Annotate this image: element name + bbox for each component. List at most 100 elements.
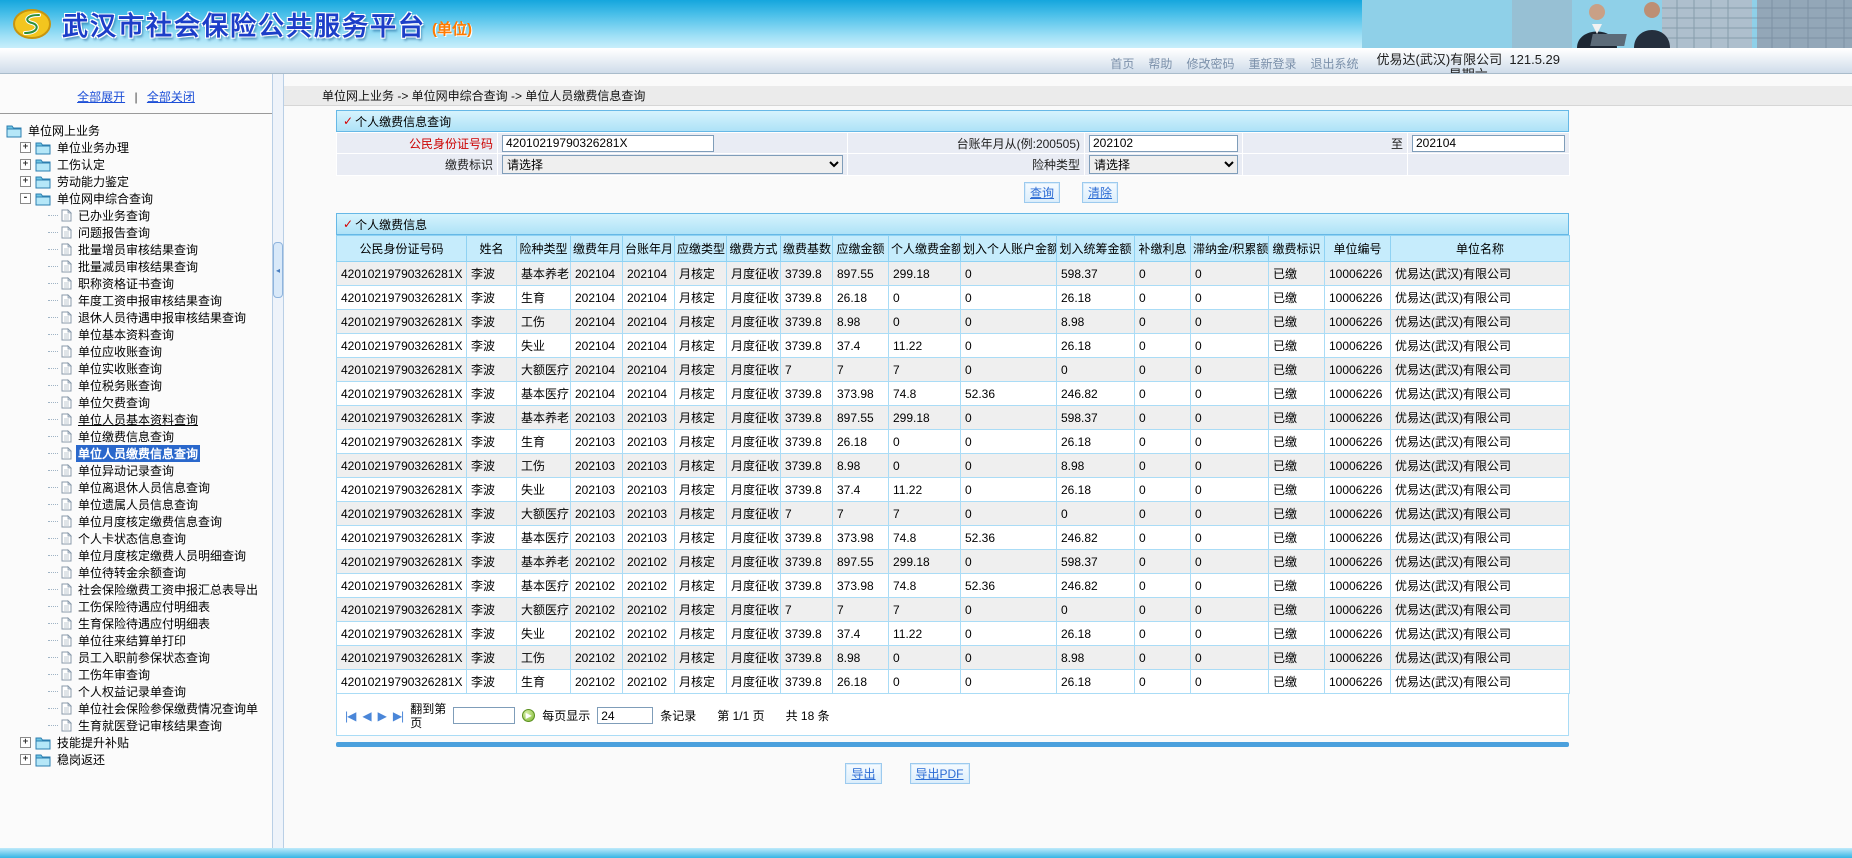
- tree-item-label[interactable]: 单位待转金余额查询: [76, 564, 188, 581]
- tree-item[interactable]: 个人权益记录单查询: [4, 683, 272, 700]
- period-to-input[interactable]: [1412, 134, 1565, 152]
- tree-item[interactable]: 单位月度核定缴费信息查询: [4, 513, 272, 530]
- tree-item-label[interactable]: 社会保险缴费工资申报汇总表导出: [76, 581, 260, 598]
- tree-item[interactable]: 批量减员审核结果查询: [4, 258, 272, 275]
- tree-item-label[interactable]: 单位实收账查询: [76, 360, 164, 377]
- top-nav-link[interactable]: 修改密码: [1186, 55, 1234, 72]
- tree-item[interactable]: 员工入职前参保状态查询: [4, 649, 272, 666]
- last-page-icon[interactable]: ▶|: [393, 709, 404, 723]
- tree-item[interactable]: 工伤年审查询: [4, 666, 272, 683]
- tree-item[interactable]: 生育就医登记审核结果查询: [4, 717, 272, 734]
- tree-item[interactable]: 单位异动记录查询: [4, 462, 272, 479]
- tree-item-label[interactable]: 工伤保险待遇应付明细表: [76, 598, 212, 615]
- collapse-all-link[interactable]: 全部关闭: [147, 90, 195, 104]
- tree-item-label[interactable]: 单位欠费查询: [76, 394, 152, 411]
- tree-item[interactable]: 工伤保险待遇应付明细表: [4, 598, 272, 615]
- tree-item[interactable]: 单位应收账查询: [4, 343, 272, 360]
- goto-page-input[interactable]: [453, 707, 516, 724]
- tree-expander[interactable]: [20, 754, 31, 765]
- tree-item[interactable]: 单位基本资料查询: [4, 326, 272, 343]
- collapse-sidebar-handle[interactable]: ◂: [273, 242, 283, 298]
- tree-item-label[interactable]: 职称资格证书查询: [76, 275, 176, 292]
- clear-button[interactable]: 清除: [1082, 182, 1119, 203]
- tree-item[interactable]: 批量增员审核结果查询: [4, 241, 272, 258]
- tree-item-label[interactable]: 单位基本资料查询: [76, 326, 176, 343]
- tree-item-label[interactable]: 单位人员基本资料查询: [76, 411, 200, 428]
- table-row[interactable]: 42010219790326281X 李波 生育 202104 202104 月…: [336, 285, 1570, 310]
- table-row[interactable]: 42010219790326281X 李波 基本医疗 202102 202102…: [336, 573, 1570, 598]
- table-row[interactable]: 42010219790326281X 李波 大额医疗 202103 202103…: [336, 501, 1570, 526]
- tree-item-label[interactable]: 工伤认定: [55, 156, 107, 173]
- table-row[interactable]: 42010219790326281X 李波 大额医疗 202102 202102…: [336, 597, 1570, 622]
- top-nav-link[interactable]: 重新登录: [1248, 55, 1296, 72]
- tree-item[interactable]: 单位人员缴费信息查询: [4, 445, 272, 462]
- tree-item-label[interactable]: 批量减员审核结果查询: [76, 258, 200, 275]
- tree-item-label[interactable]: 单位离退休人员信息查询: [76, 479, 212, 496]
- tree-item[interactable]: 单位遗属人员信息查询: [4, 496, 272, 513]
- tree-item[interactable]: 单位网上业务: [4, 122, 272, 139]
- search-button[interactable]: 查询: [1024, 182, 1061, 203]
- tree-item-label[interactable]: 单位税务账查询: [76, 377, 164, 394]
- table-row[interactable]: 42010219790326281X 李波 生育 202102 202102 月…: [336, 669, 1570, 694]
- tree-item-label[interactable]: 个人权益记录单查询: [76, 683, 188, 700]
- citizen-id-input[interactable]: [502, 134, 714, 152]
- tree-item-label[interactable]: 单位业务办理: [55, 139, 131, 156]
- tree-item[interactable]: 年度工资申报审核结果查询: [4, 292, 272, 309]
- top-nav-link[interactable]: 退出系统: [1310, 55, 1358, 72]
- tree-item[interactable]: 单位实收账查询: [4, 360, 272, 377]
- export-button[interactable]: 导出: [845, 763, 882, 784]
- tree-item[interactable]: 社会保险缴费工资申报汇总表导出: [4, 581, 272, 598]
- tree-item-label[interactable]: 生育就医登记审核结果查询: [76, 717, 224, 734]
- tree-item[interactable]: 问题报告查询: [4, 224, 272, 241]
- tree-item[interactable]: 单位网申综合查询: [4, 190, 272, 207]
- tree-item-label[interactable]: 员工入职前参保状态查询: [76, 649, 212, 666]
- tree-item[interactable]: 职称资格证书查询: [4, 275, 272, 292]
- table-row[interactable]: 42010219790326281X 李波 工伤 202102 202102 月…: [336, 645, 1570, 670]
- tree-item-label[interactable]: 单位缴费信息查询: [76, 428, 176, 445]
- table-row[interactable]: 42010219790326281X 李波 基本养老 202103 202103…: [336, 405, 1570, 430]
- tree-item-label[interactable]: 单位社会保险参保缴费情况查询单: [76, 700, 260, 717]
- tree-expander[interactable]: [20, 142, 31, 153]
- tree-item-label[interactable]: 生育保险待遇应付明细表: [76, 615, 212, 632]
- tree-item[interactable]: 技能提升补贴: [4, 734, 272, 751]
- page-size-input[interactable]: [597, 707, 654, 724]
- first-page-icon[interactable]: |◀: [345, 709, 356, 723]
- tree-item[interactable]: 单位欠费查询: [4, 394, 272, 411]
- tree-item-label[interactable]: 单位往来结算单打印: [76, 632, 188, 649]
- tree-item[interactable]: 单位待转金余额查询: [4, 564, 272, 581]
- tree-item[interactable]: 单位人员基本资料查询: [4, 411, 272, 428]
- tree-expander[interactable]: [20, 193, 31, 204]
- table-row[interactable]: 42010219790326281X 李波 基本养老 202104 202104…: [336, 261, 1570, 286]
- tree-item-label[interactable]: 技能提升补贴: [55, 734, 131, 751]
- tree-item[interactable]: 单位离退休人员信息查询: [4, 479, 272, 496]
- tree-item[interactable]: 工伤认定: [4, 156, 272, 173]
- tree-item-label[interactable]: 单位网上业务: [26, 122, 102, 139]
- table-row[interactable]: 42010219790326281X 李波 基本养老 202102 202102…: [336, 549, 1570, 574]
- tree-item[interactable]: 个人卡状态信息查询: [4, 530, 272, 547]
- tree-item[interactable]: 稳岗返还: [4, 751, 272, 768]
- table-row[interactable]: 42010219790326281X 李波 基本医疗 202104 202104…: [336, 381, 1570, 406]
- tree-item-label[interactable]: 年度工资申报审核结果查询: [76, 292, 224, 309]
- tree-expander[interactable]: [20, 159, 31, 170]
- export-pdf-button[interactable]: 导出PDF: [909, 763, 970, 784]
- tree-item[interactable]: 退休人员待遇申报审核结果查询: [4, 309, 272, 326]
- table-row[interactable]: 42010219790326281X 李波 生育 202103 202103 月…: [336, 429, 1570, 454]
- tree-expander[interactable]: [20, 176, 31, 187]
- table-row[interactable]: 42010219790326281X 李波 失业 202104 202104 月…: [336, 333, 1570, 358]
- tree-item-label[interactable]: 个人卡状态信息查询: [76, 530, 188, 547]
- insurance-type-select[interactable]: 请选择: [1089, 155, 1238, 174]
- tree-item-label[interactable]: 稳岗返还: [55, 751, 107, 768]
- tree-item[interactable]: 劳动能力鉴定: [4, 173, 272, 190]
- tree-item-label[interactable]: 单位异动记录查询: [76, 462, 176, 479]
- tree-item-label[interactable]: 单位月度核定缴费信息查询: [76, 513, 224, 530]
- tree-item[interactable]: 单位业务办理: [4, 139, 272, 156]
- table-row[interactable]: 42010219790326281X 李波 失业 202103 202103 月…: [336, 477, 1570, 502]
- horizontal-scrollbar[interactable]: [336, 742, 1569, 747]
- tree-item-label[interactable]: 问题报告查询: [76, 224, 152, 241]
- tree-item-label[interactable]: 退休人员待遇申报审核结果查询: [76, 309, 248, 326]
- tree-item[interactable]: 已办业务查询: [4, 207, 272, 224]
- tree-item[interactable]: 单位社会保险参保缴费情况查询单: [4, 700, 272, 717]
- tree-item[interactable]: 单位往来结算单打印: [4, 632, 272, 649]
- tree-expander[interactable]: [20, 737, 31, 748]
- tree-item-label[interactable]: 单位月度核定缴费人员明细查询: [76, 547, 248, 564]
